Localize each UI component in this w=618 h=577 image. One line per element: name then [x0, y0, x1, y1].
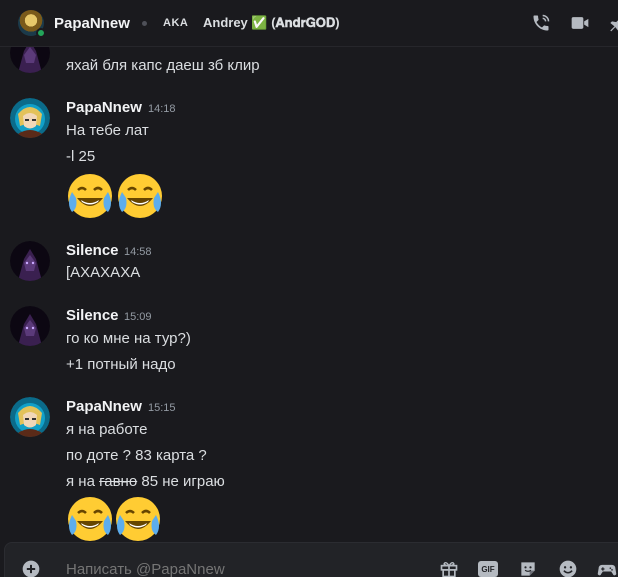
message-author[interactable]: Silence — [66, 307, 119, 324]
avatar-silence[interactable] — [10, 241, 50, 281]
separator-dot — [142, 21, 147, 26]
emoji-icon[interactable] — [557, 558, 579, 577]
gif-icon[interactable]: GIF — [477, 558, 499, 577]
message-text: по доте ? 83 карта ? — [66, 447, 207, 464]
message-timestamp: 15:15 — [148, 402, 176, 414]
tears-of-joy-emoji[interactable] — [114, 495, 162, 542]
message-input[interactable] — [66, 561, 366, 577]
message-timestamp: 14:18 — [148, 103, 176, 115]
message-timestamp: 14:58 — [124, 246, 152, 258]
message-text: я на работе — [66, 421, 148, 438]
tears-of-joy-emoji[interactable] — [66, 172, 114, 220]
pin-icon[interactable] — [606, 12, 618, 34]
message-text: яхай бля капс даеш зб клир — [66, 57, 260, 74]
message-text-segment: я на — [66, 473, 100, 490]
sticker-icon[interactable] — [517, 558, 539, 577]
add-icon[interactable] — [20, 558, 42, 577]
header-username[interactable]: PapaNnew — [54, 15, 130, 32]
strikethrough-text: гавно — [99, 473, 138, 490]
online-status-indicator — [36, 28, 46, 38]
gif-label: GIF — [478, 561, 498, 577]
message-timestamp: 15:09 — [124, 311, 152, 323]
message-text: +1 потный надо — [66, 356, 176, 373]
message-text: На тебе лат — [66, 122, 149, 139]
channel-header: PapaNnew AKA Andrey ✅ (𝐀𝐧𝐝𝐫𝐆𝐎𝐃) — [0, 0, 618, 47]
message-author[interactable]: PapaNnew — [66, 398, 142, 415]
message-list[interactable]: яхай бля капс даеш зб клир PapaNnew 14:1… — [0, 47, 618, 542]
message-text: го ко мне на тур?) — [66, 330, 191, 347]
message-text: я на гавно 85 не играю — [66, 473, 225, 490]
avatar-papannew[interactable] — [10, 98, 50, 138]
tears-of-joy-emoji[interactable] — [66, 495, 114, 542]
gift-icon[interactable] — [438, 558, 460, 577]
tears-of-joy-emoji[interactable] — [116, 172, 164, 220]
video-call-icon[interactable] — [569, 12, 591, 34]
message-text-segment: 85 не играю — [137, 473, 225, 490]
message-author[interactable]: PapaNnew — [66, 99, 142, 116]
avatar-silence[interactable] — [10, 306, 50, 346]
avatar-papannew[interactable] — [10, 397, 50, 437]
message-text: [АХАХАХА — [66, 264, 141, 281]
aka-value: Andrey ✅ (𝐀𝐧𝐝𝐫𝐆𝐎𝐃) — [203, 15, 340, 30]
message-author[interactable]: Silence — [66, 242, 119, 259]
phone-call-icon[interactable] — [530, 12, 552, 34]
gamepad-icon[interactable] — [596, 558, 618, 577]
message-text: -l 25 — [66, 148, 96, 165]
aka-label: AKA — [163, 17, 189, 29]
avatar-silence[interactable] — [10, 47, 50, 73]
